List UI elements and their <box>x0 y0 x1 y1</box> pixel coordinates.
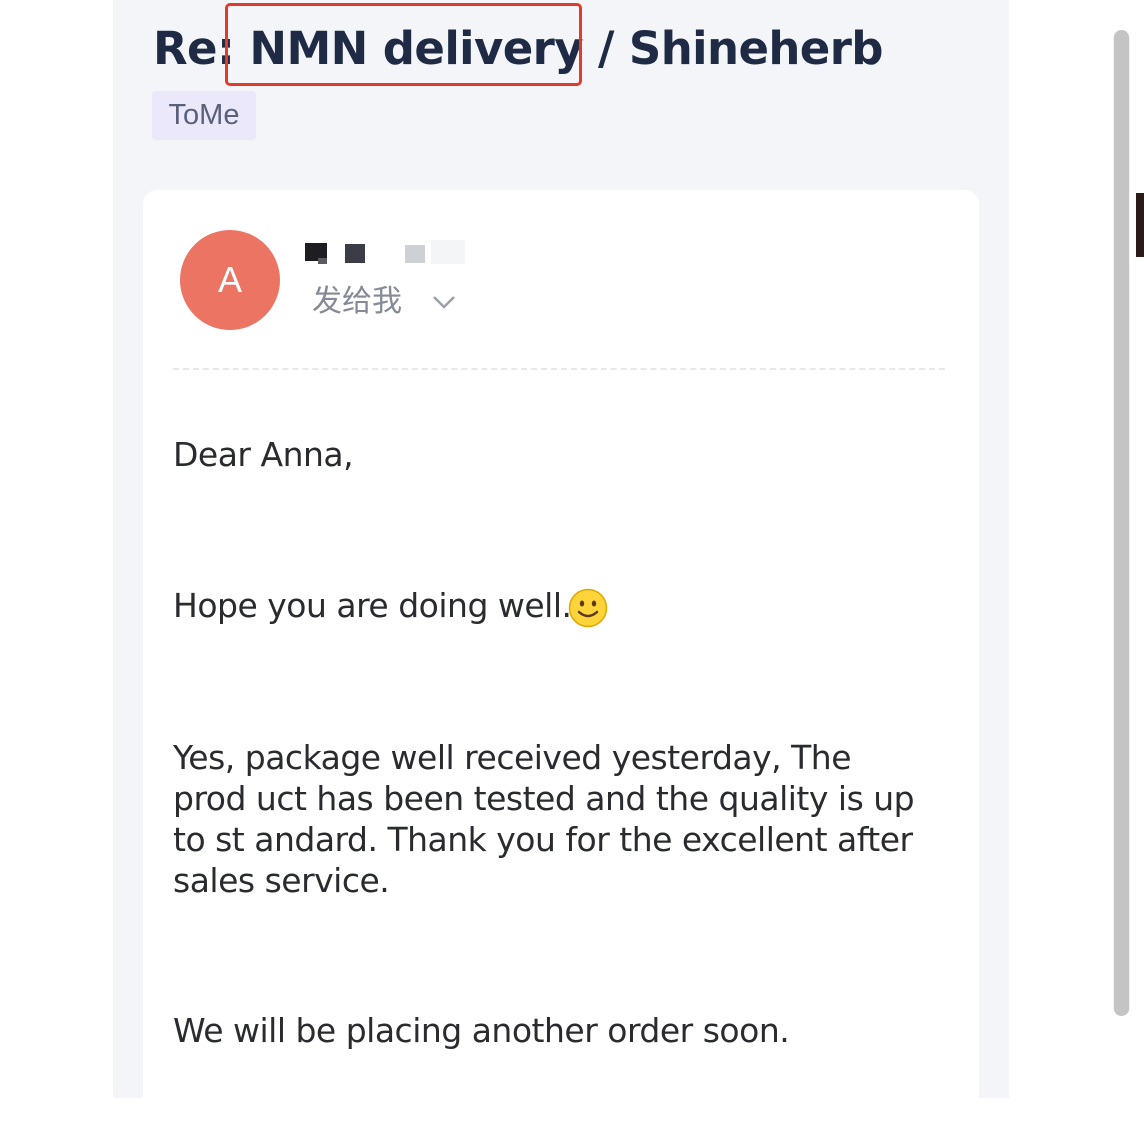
body-paragraph-2: Yes, package well received yesterday, Th… <box>173 738 915 900</box>
annotation-highlight-box <box>225 3 582 86</box>
background-window-edge <box>1136 193 1144 257</box>
recipient-line[interactable]: 发给我 <box>312 282 402 322</box>
scrollbar-thumb[interactable] <box>1114 30 1129 1016</box>
body-paragraph-3: We will be placing another order soon. <box>173 1011 790 1050</box>
chevron-down-icon[interactable] <box>432 293 456 311</box>
sender-name-redacted <box>305 240 475 268</box>
sender-avatar[interactable]: A <box>180 230 280 330</box>
body-greeting: Dear Anna, <box>173 435 354 474</box>
folder-tag[interactable]: ToMe <box>152 91 256 140</box>
header-divider <box>173 368 945 370</box>
body-paragraph-1: Hope you are doing well. <box>173 586 572 625</box>
smiling-face-icon <box>568 588 608 628</box>
message-card <box>143 190 979 1130</box>
